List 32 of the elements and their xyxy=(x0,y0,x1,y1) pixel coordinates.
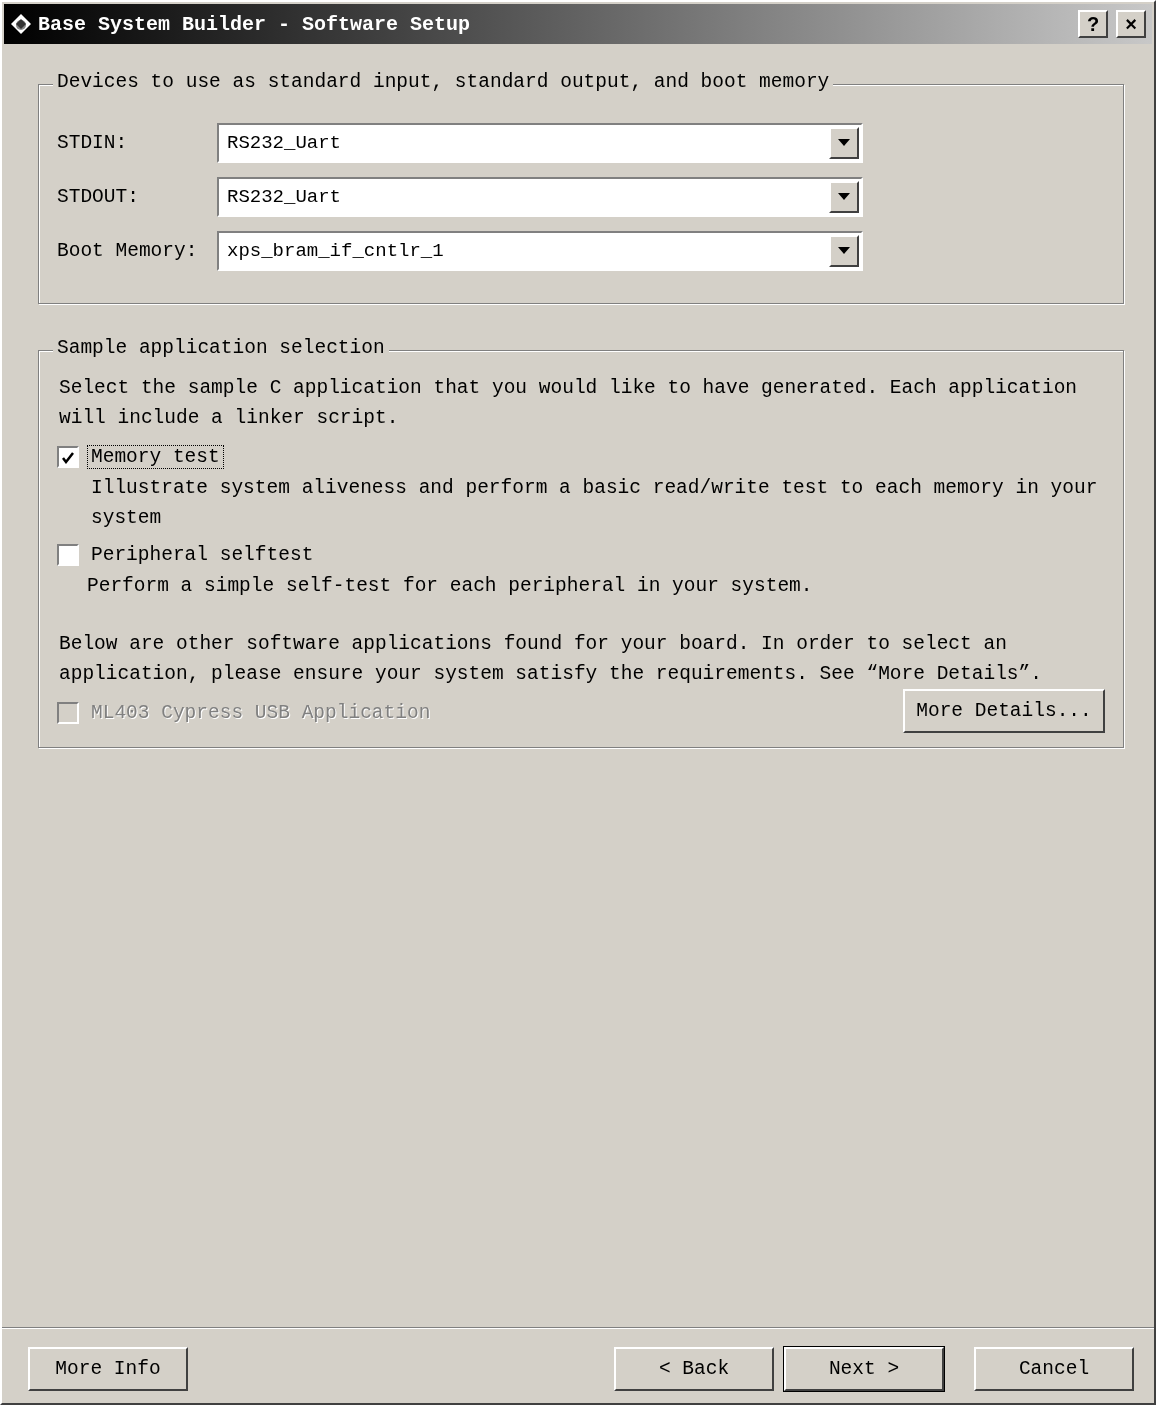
checkbox[interactable] xyxy=(57,446,79,468)
window-title: Base System Builder - Software Setup xyxy=(38,12,472,36)
dialog-button[interactable]: More Info xyxy=(28,1347,188,1391)
dropdown-button[interactable] xyxy=(829,181,859,213)
group-legend: Devices to use as standard input, standard output, and boot memory xyxy=(53,71,834,93)
caret-icon xyxy=(838,247,850,255)
field-label: STDOUT: xyxy=(57,186,140,208)
dialog-button[interactable]: Cancel xyxy=(974,1347,1134,1391)
dropdown-button[interactable] xyxy=(829,235,859,267)
dropdown[interactable]: RS232_Uart xyxy=(217,177,863,217)
app-logo-icon xyxy=(10,13,32,35)
checkbox-label[interactable]: Memory test xyxy=(87,445,224,469)
dialog-button[interactable]: < Back xyxy=(614,1347,774,1391)
intro-text: Select the sample C application that you would like to have generated. Each application will include a linker script. xyxy=(59,376,1079,431)
field-label: Boot Memory: xyxy=(57,240,199,262)
caret-icon xyxy=(838,193,850,201)
group-legend: Sample application selection xyxy=(53,337,389,359)
dropdown[interactable]: xps_bram_if_cntlr_1 xyxy=(217,231,863,271)
check-icon xyxy=(61,450,75,464)
caret-icon xyxy=(838,139,850,147)
dropdown-button[interactable] xyxy=(829,127,859,159)
checkbox-label[interactable]: Peripheral selftest xyxy=(87,543,318,567)
checkbox[interactable] xyxy=(57,544,79,566)
info-text: Below are other software applications found for your board. In order to select an application, please ensure your system satisfy the requirements. See “More Details”. xyxy=(59,632,1043,687)
option-description: Perform a simple self-test for each peripheral in your system. xyxy=(87,574,814,599)
option-description: Illustrate system aliveness and perform a basic read/write test to each memory in your system xyxy=(91,476,1099,531)
close-button[interactable]: × xyxy=(1116,10,1146,38)
field-label: STDIN: xyxy=(57,132,129,154)
more-details-button[interactable]: More Details... xyxy=(903,689,1105,733)
dialog-button[interactable]: Next > xyxy=(784,1347,944,1391)
dropdown[interactable]: RS232_Uart xyxy=(217,123,863,163)
help-button[interactable]: ? xyxy=(1078,10,1108,38)
